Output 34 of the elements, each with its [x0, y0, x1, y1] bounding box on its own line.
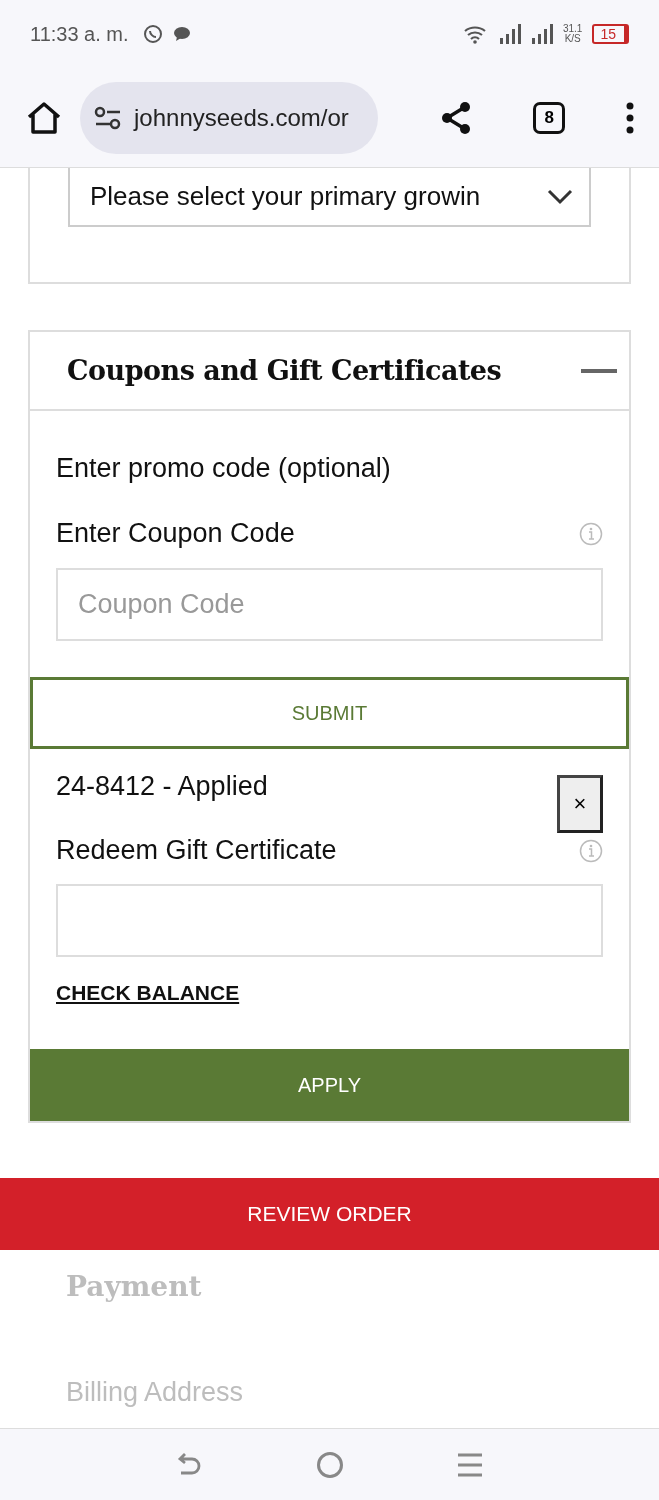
applied-coupon: 24-8412 - Applied [56, 771, 268, 802]
collapse-icon[interactable] [581, 368, 617, 373]
site-settings-icon[interactable] [94, 105, 122, 130]
coupon-input[interactable]: Coupon Code [56, 568, 603, 641]
payment-heading: Payment [66, 1270, 203, 1303]
clock-time: 11:33 a. m. [30, 22, 129, 46]
signal-icon [530, 24, 553, 44]
review-order-button[interactable]: REVIEW ORDER [0, 1178, 659, 1250]
promo-label: Enter promo code (optional) [56, 453, 392, 484]
apply-button[interactable]: APPLY [30, 1049, 629, 1121]
coupon-label: Enter Coupon Code [56, 518, 295, 549]
url-text: johnnyseeds.com/or [134, 103, 349, 132]
menu-icon[interactable] [625, 101, 635, 134]
chevron-down-icon [547, 188, 573, 205]
remove-button[interactable]: × [557, 775, 603, 833]
section-header[interactable]: Coupons and Gift Certificates [30, 332, 629, 411]
info-icon[interactable] [579, 838, 603, 863]
message-icon [172, 26, 191, 42]
battery-level: 15 [592, 24, 629, 44]
signal-icon [498, 24, 521, 44]
recent-apps-icon[interactable] [456, 1451, 483, 1478]
gift-certificate-label: Redeem Gift Certificate [56, 835, 337, 866]
submit-button[interactable]: SUBMIT [30, 677, 629, 749]
tab-count[interactable]: 8 [533, 101, 566, 134]
info-icon[interactable] [579, 521, 603, 546]
address-bar[interactable]: johnnyseeds.com/or [80, 81, 378, 154]
home-button-icon[interactable] [315, 1450, 344, 1479]
chat-bubble-icon [142, 24, 163, 44]
speed-unit: K/S [564, 34, 581, 44]
network-speed: 31.1 [562, 24, 583, 34]
growing-select[interactable]: Please select your primary growin [68, 168, 591, 227]
home-icon[interactable] [26, 100, 62, 135]
check-balance-link[interactable]: CHECK BALANCE [56, 981, 240, 1005]
billing-address-label: Billing Address [66, 1377, 245, 1408]
